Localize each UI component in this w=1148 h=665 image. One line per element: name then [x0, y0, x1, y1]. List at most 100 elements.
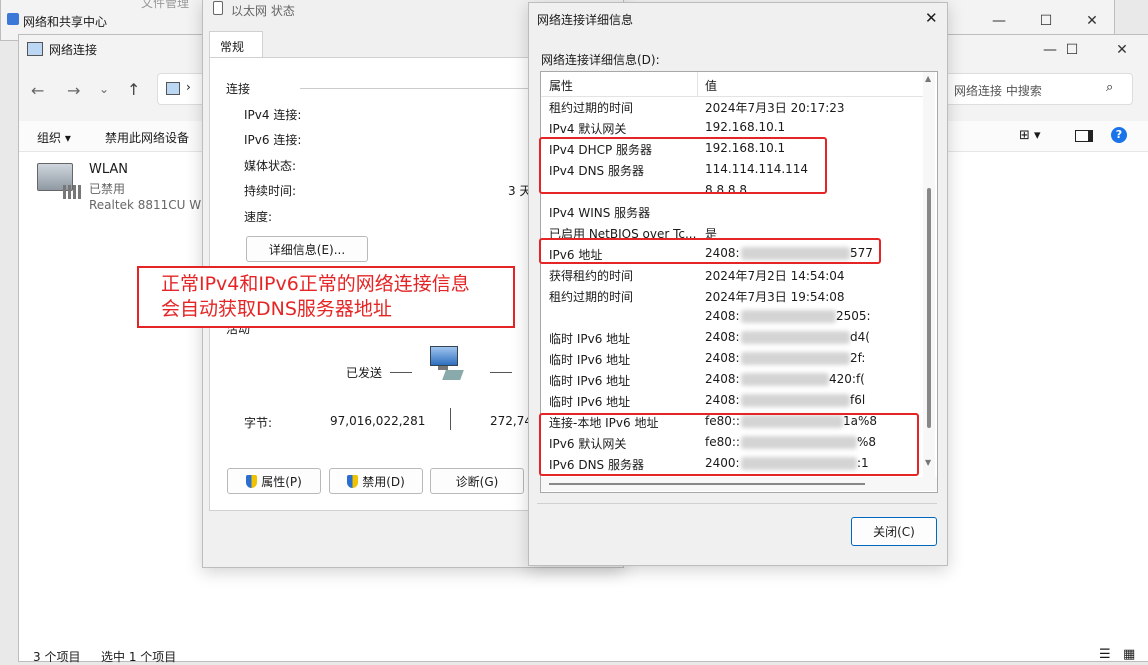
highlight-ipv6-local-gateway-dns [539, 413, 919, 476]
close-button[interactable]: ✕ [1069, 6, 1115, 36]
row-value-tail: f6l [850, 393, 866, 407]
scroll-thumb[interactable] [549, 483, 865, 485]
row-value: 192.168.10.1 [705, 120, 786, 134]
section-connection: 连接 [226, 82, 251, 96]
row-value: 2024年7月2日 14:54:04 [705, 269, 845, 283]
table-row[interactable]: 临时 IPv6 地址 2408: 420:f( [541, 369, 921, 390]
media-label: 媒体状态: [244, 159, 297, 173]
row-value-tail: 420:f( [829, 372, 865, 386]
maximize-button[interactable]: ☐ [1023, 6, 1069, 36]
table-row[interactable]: 2408: 2505: [541, 306, 921, 327]
search-placeholder: 网络连接 中搜索 [954, 84, 1042, 98]
redacted-value [741, 310, 836, 323]
redacted-value [741, 373, 829, 386]
sent-label: 已发送 [346, 366, 383, 380]
title-fragment: 文件管理 [141, 0, 190, 10]
help-icon[interactable]: ? [1111, 127, 1127, 143]
status-item-count: 3 个项目 [33, 650, 81, 664]
properties-label: 属性(P) [261, 474, 302, 489]
table-row[interactable]: 租约过期的时间 2024年7月3日 20:17:23 [541, 96, 921, 117]
signal-bars-icon [63, 185, 81, 199]
duration-label: 持续时间: [244, 184, 297, 198]
annotation-line-1: 正常IPv4和IPv6正常的网络连接信息 [161, 273, 470, 295]
item-name: WLAN [89, 162, 129, 177]
dialog-title: 网络连接详细信息 [537, 13, 634, 27]
row-property: 获得租约的时间 [549, 269, 634, 283]
search-input[interactable]: 网络连接 中搜索 ⌕ [941, 73, 1133, 105]
table-row[interactable]: 临时 IPv6 地址 2408: f6l [541, 390, 921, 411]
up-arrow-icon[interactable]: ↑ [127, 80, 140, 99]
scroll-up-icon[interactable]: ▲ [925, 74, 931, 83]
close-button[interactable]: ✕ [1099, 35, 1145, 65]
table-row[interactable]: 临时 IPv6 地址 2408: 2f: [541, 348, 921, 369]
table-row[interactable]: IPv4 默认网关 192.168.10.1 [541, 117, 921, 138]
highlight-ipv4-dhcp-dns [539, 137, 827, 194]
window-title: 网络和共享中心 [23, 15, 108, 29]
col-value[interactable]: 值 [705, 77, 717, 94]
app-icon [7, 13, 19, 25]
vertical-scrollbar[interactable]: ▲ ▼ [923, 72, 935, 477]
network-icon [27, 42, 43, 56]
window-title: 网络连接 [49, 43, 98, 57]
row-property: IPv4 默认网关 [549, 122, 627, 136]
row-value: 2408: [705, 309, 740, 323]
annotation-box: 正常IPv4和IPv6正常的网络连接信息 会自动获取DNS服务器地址 [137, 266, 515, 328]
search-icon: ⌕ [1106, 80, 1114, 95]
horizontal-scrollbar[interactable] [541, 477, 937, 491]
divider [390, 372, 412, 373]
disable-label: 禁用(D) [362, 474, 405, 489]
bytes-sent: 97,016,022,281 [330, 414, 426, 428]
row-property: IPv4 WINS 服务器 [549, 206, 651, 220]
tab-general[interactable]: 常规 [209, 31, 263, 58]
shield-icon [246, 474, 258, 488]
disable-button[interactable]: 禁用(D) [329, 468, 423, 494]
row-value-tail: 2f: [850, 351, 866, 365]
highlight-ipv6-address [539, 238, 881, 264]
row-property: 临时 IPv6 地址 [549, 395, 631, 409]
redacted-value [741, 352, 850, 365]
row-property: 临时 IPv6 地址 [549, 332, 631, 346]
speed-label: 速度: [244, 210, 273, 224]
chevron-down-icon[interactable]: ⌄ [99, 82, 109, 96]
table-row[interactable]: IPv4 WINS 服务器 [541, 201, 921, 222]
scroll-down-icon[interactable]: ▼ [925, 458, 931, 467]
close-icon[interactable]: ✕ [925, 9, 938, 27]
details-caption: 网络连接详细信息(D): [541, 53, 660, 67]
redacted-value [741, 394, 850, 407]
close-button[interactable]: 关闭(C) [851, 517, 937, 546]
back-arrow-icon[interactable]: ← [31, 81, 44, 100]
view-options-icon[interactable]: ⊞ ▾ [1019, 128, 1041, 143]
row-value: 2408: [705, 351, 740, 365]
redacted-value [741, 331, 850, 344]
breadcrumb-chevron-icon: › [186, 80, 191, 94]
row-property: 临时 IPv6 地址 [549, 374, 631, 388]
forward-arrow-icon[interactable]: → [67, 81, 80, 100]
item-adapter: Realtek 8811CU Wi [89, 198, 205, 212]
col-property[interactable]: 属性 [549, 77, 573, 94]
row-value: 2408: [705, 393, 740, 407]
tab-label: 常规 [220, 40, 245, 54]
list-item[interactable]: WLAN 已禁用 Realtek 8811CU Wi [35, 159, 215, 212]
ipv4-label: IPv4 连接: [244, 108, 302, 122]
row-value: 2408: [705, 330, 740, 344]
preview-pane-icon[interactable] [1075, 130, 1093, 142]
details-button[interactable]: 详细信息(E)... [246, 236, 368, 262]
table-row[interactable]: 临时 IPv6 地址 2408: d4( [541, 327, 921, 348]
annotation-line-2: 会自动获取DNS服务器地址 [161, 298, 392, 320]
scroll-thumb[interactable] [927, 188, 931, 428]
network-icon [166, 82, 180, 95]
organize-menu[interactable]: 组织 ▾ [37, 129, 71, 146]
details-dialog: 网络连接详细信息 ✕ 网络连接详细信息(D): 属性 值 租约过期的时间 2024… [528, 2, 948, 566]
network-activity-icon [424, 346, 464, 382]
adapter-icon [213, 1, 223, 15]
table-row[interactable]: 获得租约的时间 2024年7月2日 14:54:04 [541, 264, 921, 285]
bytes-label: 字节: [244, 416, 273, 430]
table-row[interactable]: 租约过期的时间 2024年7月3日 19:54:08 [541, 285, 921, 306]
maximize-button[interactable]: ☐ [1049, 35, 1095, 65]
diagnose-button[interactable]: 诊断(G) [430, 468, 524, 494]
disable-device-button[interactable]: 禁用此网络设备 [105, 129, 189, 146]
properties-button[interactable]: 属性(P) [227, 468, 321, 494]
divider [537, 503, 937, 504]
divider [490, 372, 512, 373]
minimize-button[interactable]: — [976, 6, 1022, 36]
